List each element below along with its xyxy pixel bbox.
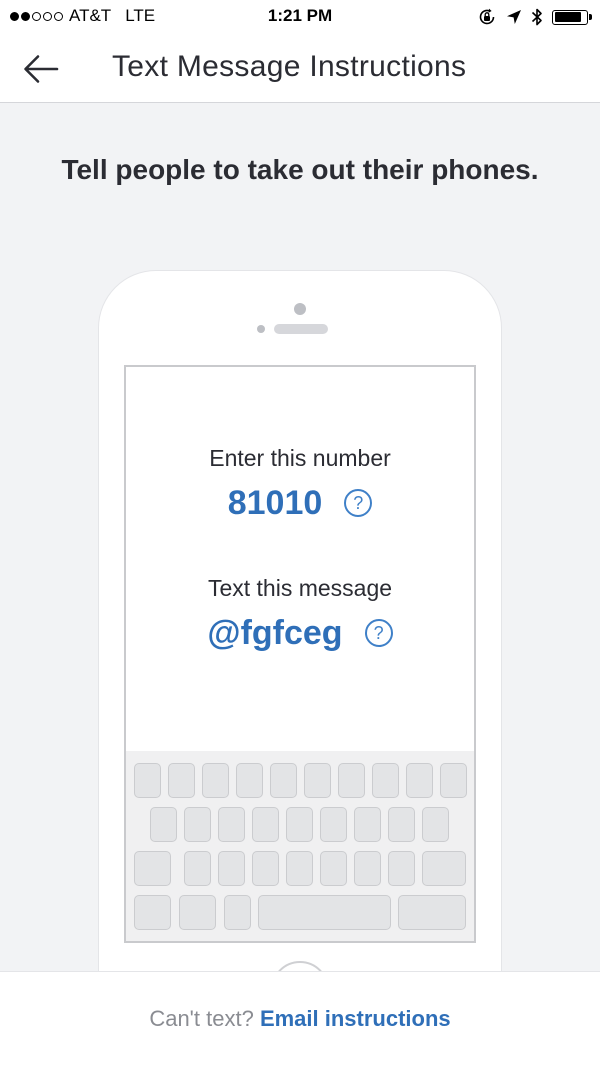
keyboard-key xyxy=(270,763,297,798)
cant-text-prompt: Can't text? xyxy=(149,1006,254,1031)
phone-speaker xyxy=(274,324,328,334)
number-label: Enter this number xyxy=(209,445,391,471)
keyboard-key xyxy=(252,807,279,842)
keyboard-key xyxy=(258,895,391,930)
keyboard-key xyxy=(184,851,211,886)
location-arrow-icon xyxy=(507,10,521,24)
phone-sensor xyxy=(257,325,265,333)
phone-illustration: Enter this number 81010 ? Text this mess… xyxy=(98,270,502,1030)
keyboard-key xyxy=(406,763,433,798)
email-instructions-link[interactable]: Email instructions xyxy=(260,1006,451,1031)
keyboard-key xyxy=(134,763,161,798)
keyboard-key xyxy=(388,851,415,886)
keyboard-key xyxy=(252,851,279,886)
keyboard-key xyxy=(372,763,399,798)
keyboard-key xyxy=(202,763,229,798)
phone-screen: Enter this number 81010 ? Text this mess… xyxy=(124,365,476,943)
keyboard-illustration xyxy=(126,751,474,941)
keyboard-key xyxy=(354,807,381,842)
status-right xyxy=(477,7,592,27)
phone-camera xyxy=(294,303,306,315)
keyboard-key xyxy=(150,807,177,842)
keyboard-key xyxy=(320,851,347,886)
keyboard-key xyxy=(422,851,466,886)
keyboard-key xyxy=(236,763,263,798)
battery-fill xyxy=(554,12,581,22)
battery-icon xyxy=(552,9,592,25)
keyboard-key xyxy=(218,851,245,886)
keyboard-key xyxy=(224,895,251,930)
keyboard-key xyxy=(338,763,365,798)
keyboard-key xyxy=(354,851,381,886)
arrow-left-icon xyxy=(24,55,59,83)
keyboard-key xyxy=(388,807,415,842)
footer-bar: Can't text? Email instructions xyxy=(0,971,600,1067)
keyboard-key xyxy=(304,763,331,798)
orientation-lock-icon xyxy=(479,8,495,25)
keyboard-key xyxy=(184,807,211,842)
short-code-number: 81010 xyxy=(227,484,323,522)
keyboard-key xyxy=(168,763,195,798)
message-help-icon[interactable]: ? xyxy=(364,619,393,647)
bluetooth-icon xyxy=(531,8,542,26)
keyboard-key xyxy=(320,807,347,842)
keyboard-key xyxy=(398,895,466,930)
navigation-bar: Text Message Instructions xyxy=(0,34,600,103)
keyboard-key xyxy=(134,851,171,886)
instruction-headline: Tell people to take out their phones. xyxy=(61,154,539,185)
number-help-icon[interactable]: ? xyxy=(344,489,373,517)
keyboard-key xyxy=(218,807,245,842)
message-row: @fgfceg ? xyxy=(126,611,474,655)
keyboard-key xyxy=(179,895,216,930)
keyboard-key xyxy=(422,807,449,842)
page-title: Text Message Instructions xyxy=(112,50,467,83)
text-message-code: @fgfceg xyxy=(207,614,343,652)
number-row: 81010 ? xyxy=(126,481,474,525)
keyboard-key xyxy=(286,851,313,886)
status-bar: AT&T LTE 1:21 PM xyxy=(0,0,600,34)
keyboard-key xyxy=(134,895,171,930)
back-button[interactable] xyxy=(20,48,62,90)
keyboard-key xyxy=(286,807,313,842)
message-label: Text this message xyxy=(207,575,393,601)
keyboard-key xyxy=(440,763,467,798)
